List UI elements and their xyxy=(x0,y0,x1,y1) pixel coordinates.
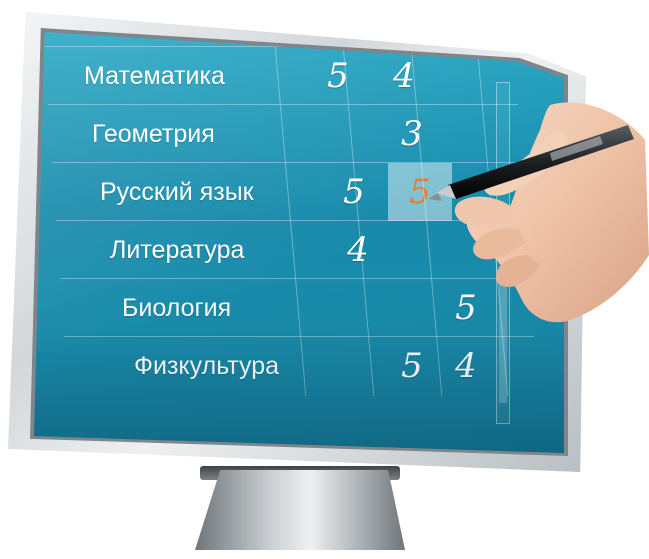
subject-label: Геометрия xyxy=(92,120,215,148)
subject-label: Русский язык xyxy=(100,178,254,206)
monitor-scene: Математика 5 4 Геометрия 3 Русский язык … xyxy=(0,0,649,559)
grade-cell[interactable] xyxy=(330,279,394,337)
grade-cell[interactable]: 5 xyxy=(306,47,370,105)
hand-icon xyxy=(428,102,649,323)
grade-cell[interactable]: 4 xyxy=(434,337,498,395)
gradebook-row-5[interactable]: Физкультура 5 4 xyxy=(64,336,534,395)
monitor-stand xyxy=(195,470,405,550)
subject-label: Литература xyxy=(110,236,245,264)
subject-label: Физкультура xyxy=(134,352,280,380)
grade-cell[interactable] xyxy=(314,105,378,163)
subject-label: Математика xyxy=(84,62,225,90)
subject-label: Биология xyxy=(122,294,232,322)
